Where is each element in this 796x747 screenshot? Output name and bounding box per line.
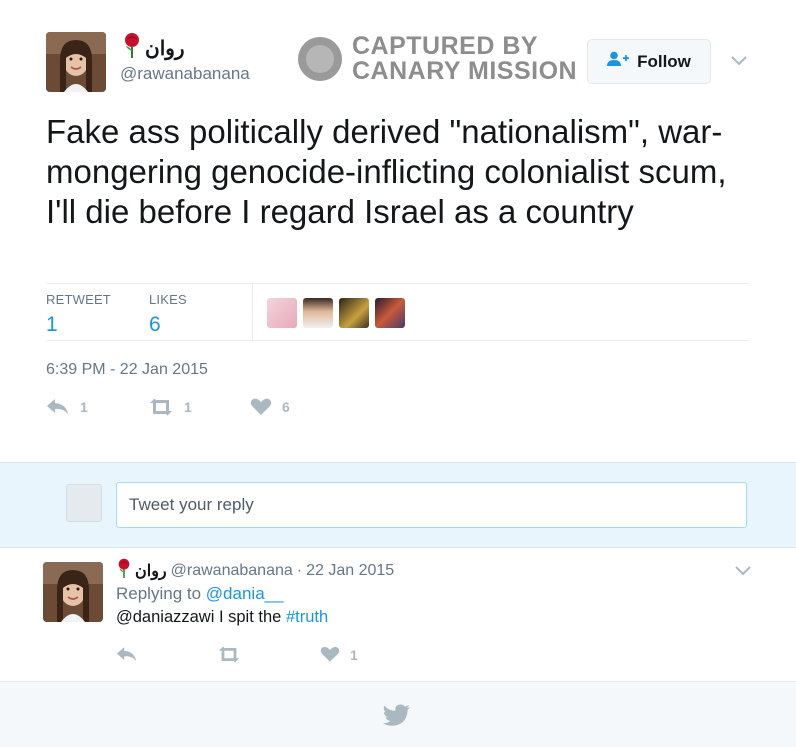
follow-button[interactable]: Follow — [587, 39, 711, 84]
reply-text: @daniazzawi I spit the #truth — [116, 608, 328, 627]
reply-author-avatar[interactable] — [43, 562, 103, 622]
like-count: 6 — [282, 399, 290, 415]
reply-header: روان @rawanabanana · 22 Jan 2015 — [117, 558, 394, 583]
like-action[interactable]: 1 — [320, 646, 358, 663]
stats-divider — [252, 284, 253, 341]
footer — [0, 682, 796, 747]
liker-avatar[interactable] — [303, 298, 333, 328]
replying-to: Replying to @dania__ — [116, 584, 284, 604]
reply-count: 1 — [80, 399, 88, 415]
watermark-line-1: CAPTURED BY — [352, 32, 539, 60]
tweet-stats: RETWEET 1 LIKES 6 — [46, 283, 748, 341]
retweet-stat[interactable]: RETWEET 1 — [46, 292, 111, 337]
reply-text-body: @daniazzawi I spit the — [116, 608, 282, 626]
reply-author-name[interactable]: روان — [135, 561, 167, 581]
replying-mention[interactable]: @dania__ — [206, 584, 284, 603]
twitter-bird-icon — [383, 704, 411, 733]
author-name[interactable]: روان — [123, 32, 185, 64]
retweet-count: 1 — [184, 399, 192, 415]
watermark-line-2: CANARY MISSION — [352, 57, 578, 85]
retweet-icon — [217, 646, 241, 663]
reply-action[interactable] — [116, 646, 138, 663]
reply-hashtag[interactable]: #truth — [286, 608, 328, 626]
reply-separator: · — [296, 561, 303, 579]
likes-stat[interactable]: LIKES 6 — [149, 292, 187, 337]
watermark-text: CAPTURED BY CANARY MISSION — [352, 34, 577, 84]
canary-logo-icon — [298, 37, 342, 81]
like-action[interactable]: 6 — [250, 398, 290, 416]
chevron-down-icon[interactable] — [735, 560, 751, 581]
author-avatar[interactable] — [46, 32, 106, 92]
reply-icon — [116, 646, 138, 663]
reply-date[interactable]: 22 Jan 2015 — [306, 562, 394, 580]
heart-icon — [250, 398, 272, 416]
reply-icon — [46, 398, 70, 416]
follow-label: Follow — [637, 51, 691, 71]
viewer-avatar — [66, 484, 102, 522]
canary-mission-watermark: CAPTURED BY CANARY MISSION — [298, 34, 577, 84]
reply-composer — [0, 462, 796, 548]
retweet-stat-count: 1 — [46, 313, 58, 336]
liker-avatar[interactable] — [339, 298, 369, 328]
reply-action[interactable]: 1 — [46, 398, 88, 416]
retweet-action[interactable] — [217, 646, 241, 663]
tweet-timestamp[interactable]: 6:39 PM - 22 Jan 2015 — [46, 361, 208, 379]
likes-stat-label: LIKES — [149, 292, 187, 307]
reply-tweet: روان @rawanabanana · 22 Jan 2015 Replyin… — [0, 548, 796, 682]
rose-icon — [117, 558, 131, 583]
rose-icon — [123, 32, 141, 64]
retweet-action[interactable]: 1 — [148, 398, 192, 416]
reply-author-handle[interactable]: @rawanabanana — [171, 562, 293, 580]
reply-like-count: 1 — [350, 646, 358, 663]
tweet-text: Fake ass politically derived "nationalis… — [46, 113, 727, 230]
heart-icon — [320, 646, 340, 663]
tweet-card: روان @rawanabanana CAPTURED BY CANARY MI… — [0, 0, 796, 462]
replying-prefix: Replying to — [116, 584, 202, 603]
tweet-reply-input[interactable] — [116, 482, 747, 528]
author-handle[interactable]: @rawanabanana — [120, 64, 250, 84]
chevron-down-icon[interactable] — [731, 50, 747, 71]
retweet-stat-label: RETWEET — [46, 292, 111, 307]
liker-avatar[interactable] — [267, 298, 297, 328]
liker-avatar[interactable] — [375, 298, 405, 328]
retweet-icon — [148, 398, 174, 416]
author-display-name: روان — [145, 37, 185, 60]
add-user-icon — [607, 51, 630, 72]
likes-stat-count: 6 — [149, 313, 161, 336]
liker-avatars — [267, 298, 405, 328]
